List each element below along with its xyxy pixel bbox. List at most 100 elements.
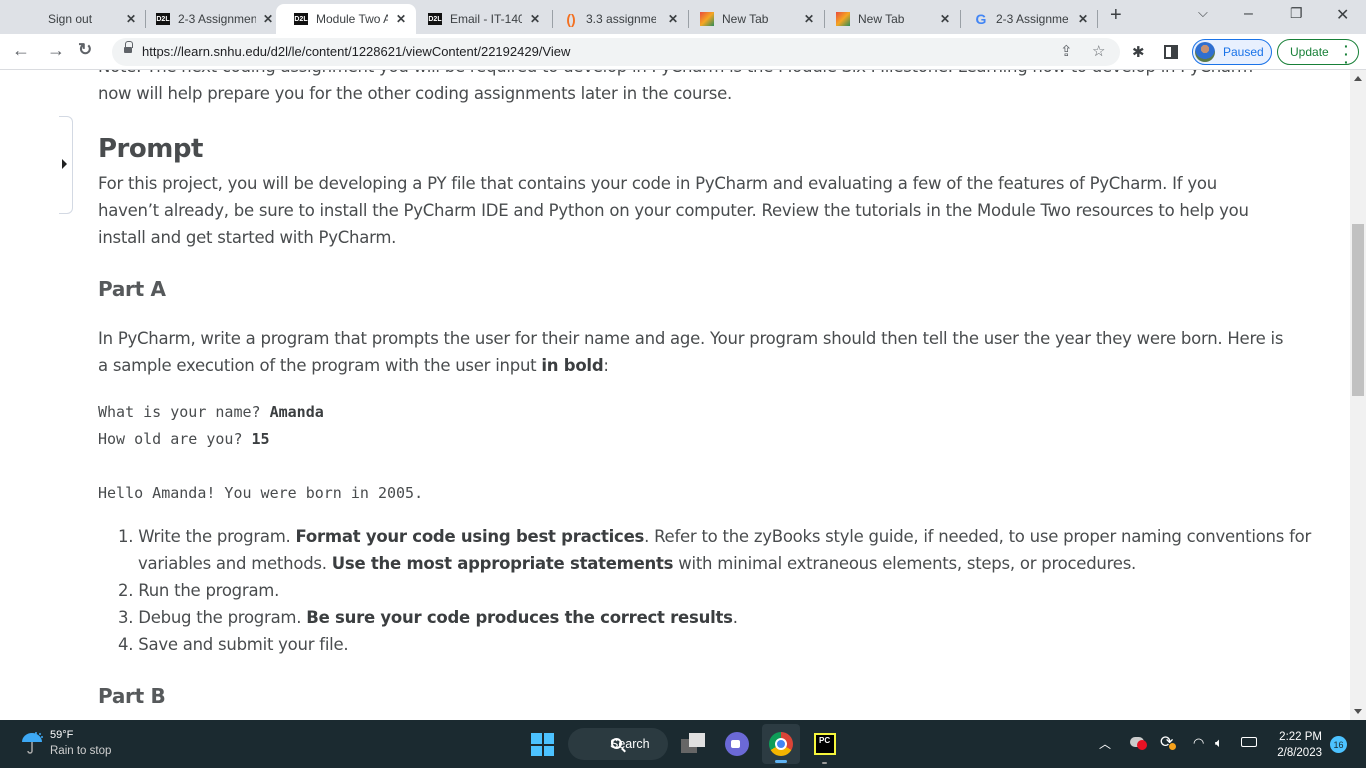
windows-taskbar: 59°F Rain to stop Search PC ︿ ⟳ ◠ 🔈︎ 2:2… — [0, 720, 1366, 768]
new-tab-icon — [700, 12, 714, 26]
profile-button[interactable]: Paused — [1192, 39, 1272, 65]
note-text: now will help prepare you for the other … — [98, 84, 732, 103]
onedrive-icon[interactable] — [1130, 737, 1147, 750]
close-tab-icon[interactable]: ✕ — [530, 12, 540, 26]
tab-3-3-assignment[interactable]: () 3.3 assignment ✕ — [546, 4, 688, 34]
url-text[interactable]: https://learn.snhu.edu/d2l/le/content/12… — [142, 44, 570, 59]
share-icon[interactable]: ⇪ — [1060, 42, 1073, 60]
tab-new-tab-1[interactable]: New Tab ✕ — [682, 4, 824, 34]
tab-separator — [1097, 10, 1098, 28]
battery-icon[interactable] — [1241, 737, 1257, 747]
tab-title: New Tab — [858, 12, 905, 26]
teams-meet-icon[interactable] — [725, 732, 749, 756]
tab-title: 2-3 Assignment — [996, 12, 1068, 26]
chrome-icon — [769, 732, 793, 756]
close-tab-icon[interactable]: ✕ — [668, 12, 678, 26]
sidebar-toggle-button[interactable] — [59, 116, 73, 214]
taskbar-search[interactable]: Search — [568, 728, 668, 760]
close-tab-icon[interactable]: ✕ — [940, 12, 950, 26]
d2l-icon: D2L — [156, 13, 170, 25]
task-view-icon[interactable] — [681, 733, 707, 755]
volume-icon[interactable]: 🔈︎ — [1215, 735, 1223, 751]
forward-button[interactable]: → — [47, 40, 65, 61]
weather-condition[interactable]: Rain to stop — [50, 745, 111, 757]
start-button[interactable] — [531, 733, 554, 756]
step-1: 1. Write the program. Format your code u… — [118, 527, 1311, 546]
clock[interactable]: 2:22 PM 2/8/2023 — [1272, 729, 1322, 761]
tab-title: Email - IT-140 — [450, 12, 522, 26]
lock-icon — [124, 41, 133, 55]
sample-input: Amanda — [269, 403, 324, 421]
microsoft-icon — [26, 12, 40, 26]
back-button[interactable]: ← — [12, 40, 30, 61]
text: variables and methods. — [138, 554, 332, 573]
search-icon — [611, 738, 622, 749]
update-button[interactable]: Update · · · — [1277, 39, 1359, 69]
minimize-button[interactable]: – — [1244, 5, 1253, 23]
tab-title: New Tab — [722, 12, 769, 26]
sample-line-name: What is your name? Amanda — [98, 403, 324, 421]
avatar — [1195, 42, 1215, 62]
tab-module-two-active[interactable]: D2L Module Two Assignment ✕ — [276, 4, 416, 34]
side-panel-icon[interactable] — [1164, 45, 1178, 59]
prompt-text-line: install and get started with PyCharm. — [98, 228, 397, 247]
google-icon: G — [975, 11, 987, 27]
close-tab-icon[interactable]: ✕ — [126, 12, 136, 26]
expand-arrow-icon — [62, 159, 67, 169]
date: 2/8/2023 — [1277, 747, 1322, 759]
scrollbar-thumb[interactable] — [1352, 224, 1364, 396]
note-clipped-line: Note: The next coding assignment you wil… — [98, 70, 1253, 76]
prompt-text-line: For this project, you will be developing… — [98, 174, 1217, 193]
umbrella-rain-icon — [22, 732, 43, 754]
new-tab-icon — [836, 12, 850, 26]
close-tab-icon[interactable]: ✕ — [804, 12, 814, 26]
step-2: 2. Run the program. — [118, 581, 280, 600]
sample-question: How old are you? — [98, 430, 252, 448]
chrome-taskbar-button[interactable] — [762, 724, 800, 764]
extensions-puzzle-icon[interactable]: ✱ — [1132, 43, 1145, 61]
step-3: 3. Debug the program. Be sure your code … — [118, 608, 738, 627]
tab-new-tab-2[interactable]: New Tab ✕ — [818, 4, 960, 34]
sync-icon[interactable]: ⟳ — [1160, 732, 1176, 752]
page-scrollbar[interactable] — [1350, 70, 1366, 720]
more-menu-icon[interactable]: · · · — [1344, 39, 1349, 69]
tab-title: 2-3 Assignment — [178, 12, 256, 26]
tab-search-chevron-icon[interactable]: ⌵ — [1198, 5, 1208, 21]
bookmark-star-icon[interactable]: ☆ — [1092, 42, 1105, 60]
text: : — [603, 356, 609, 375]
part-a-text-line: In PyCharm, write a program that prompts… — [98, 329, 1284, 348]
notification-badge[interactable]: 16 — [1330, 736, 1347, 753]
d2l-icon: D2L — [428, 13, 442, 25]
text: a sample execution of the program with t… — [98, 356, 542, 375]
close-window-button[interactable]: ✕ — [1336, 5, 1349, 25]
close-tab-icon[interactable]: ✕ — [1078, 12, 1088, 26]
step-1-continued: variables and methods. Use the most appr… — [138, 554, 1136, 573]
profile-status: Paused — [1223, 45, 1264, 59]
tab-sign-out[interactable]: Sign out ✕ — [8, 4, 146, 34]
bold-text: Format your code using best practices — [295, 527, 645, 546]
tab-2-3-assignment[interactable]: D2L 2-3 Assignment ✕ — [138, 4, 283, 34]
sample-question: What is your name? — [98, 403, 270, 421]
part-a-text-line: a sample execution of the program with t… — [98, 356, 609, 375]
restore-button[interactable]: ❐ — [1290, 5, 1303, 22]
new-tab-button[interactable]: + — [1110, 4, 1122, 27]
part-b-heading: Part B — [98, 684, 166, 708]
pycharm-icon[interactable]: PC — [814, 733, 836, 755]
weather-temperature[interactable]: 59°F — [50, 729, 73, 741]
close-tab-icon[interactable]: ✕ — [263, 12, 273, 26]
address-bar[interactable]: https://learn.snhu.edu/d2l/le/content/12… — [112, 38, 1120, 66]
wifi-icon[interactable]: ◠ — [1193, 735, 1204, 751]
update-label: Update — [1290, 45, 1329, 59]
sample-output: Hello Amanda! You were born in 2005. — [98, 484, 424, 502]
tab-2-3-assignment-google[interactable]: G 2-3 Assignment ✕ — [956, 4, 1098, 34]
close-tab-icon[interactable]: ✕ — [396, 12, 406, 26]
part-a-heading: Part A — [98, 277, 166, 301]
scroll-down-arrow-icon[interactable] — [1354, 709, 1362, 714]
reload-button[interactable]: ↻ — [78, 40, 92, 60]
text: 3. Debug the program. — [118, 608, 307, 627]
page-content: Note: The next coding assignment you wil… — [0, 70, 1350, 720]
tab-email[interactable]: D2L Email - IT-140 ✕ — [410, 4, 550, 34]
scroll-up-arrow-icon[interactable] — [1354, 76, 1362, 81]
show-hidden-icons-chevron[interactable]: ︿ — [1099, 735, 1111, 752]
prompt-text-line: haven’t already, be sure to install the … — [98, 201, 1249, 220]
